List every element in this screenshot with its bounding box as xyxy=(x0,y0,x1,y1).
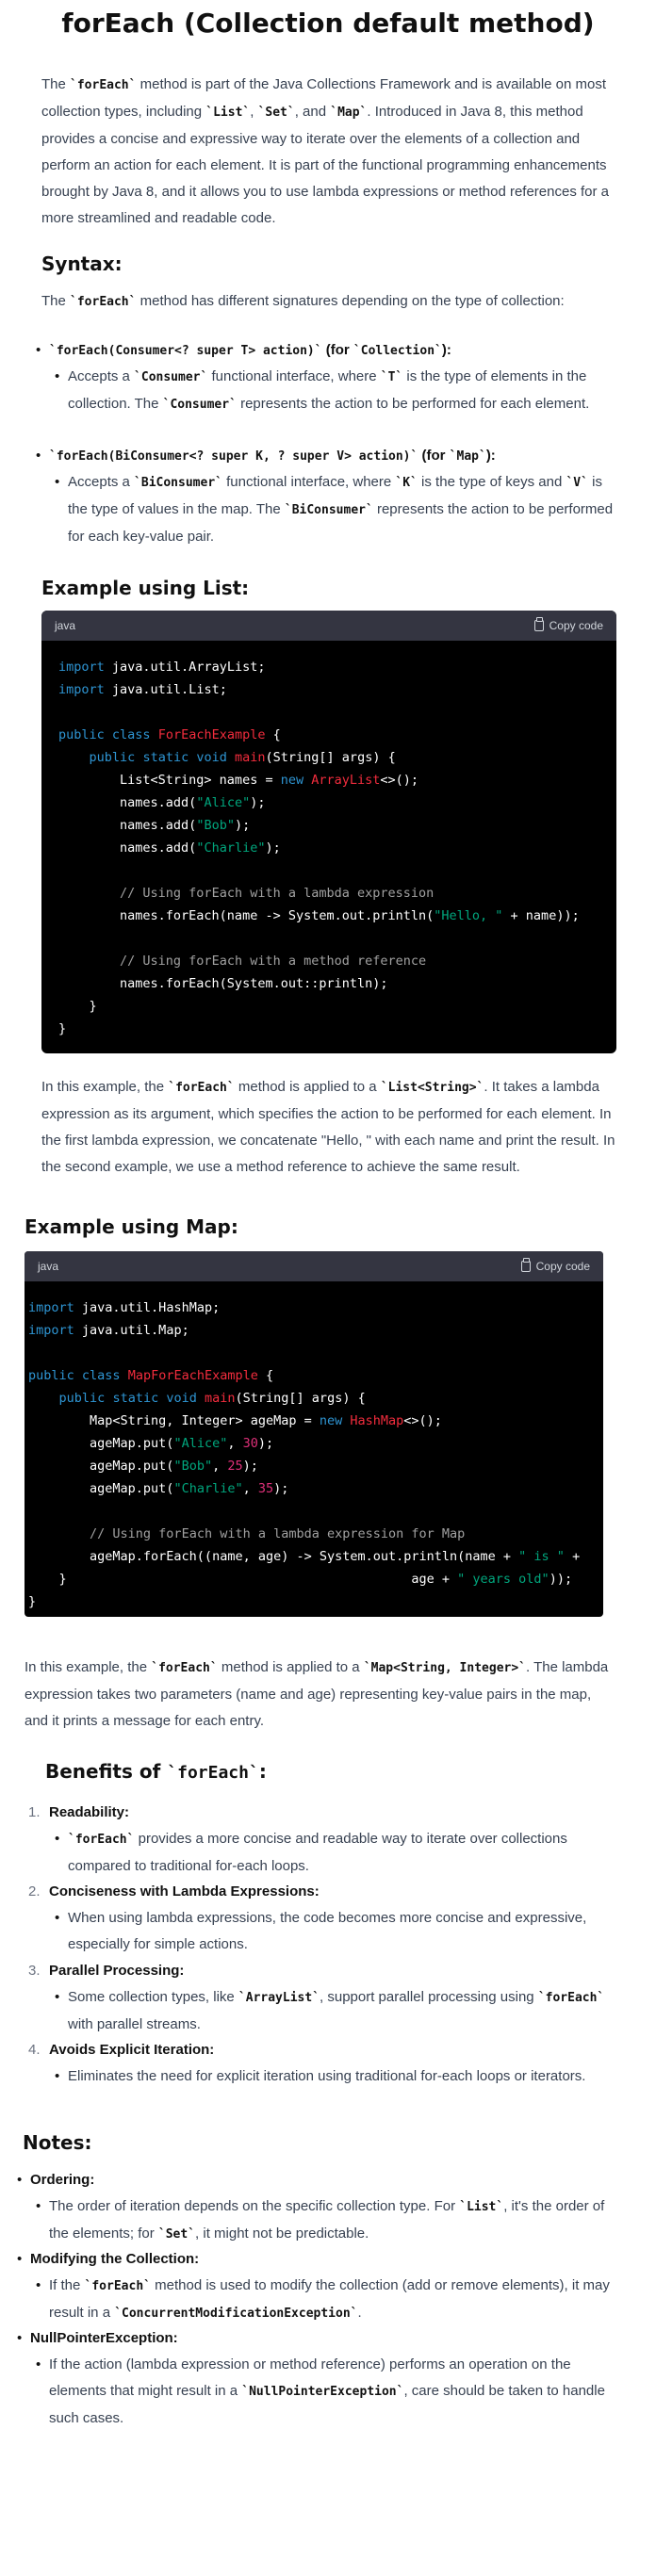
benefit-1: 1. Readability: xyxy=(28,1804,130,1820)
list-code: import java.util.ArrayList; import java.… xyxy=(58,660,580,1036)
syntax-heading: Syntax: xyxy=(41,253,123,275)
syntax-item-1: • `forEach(Consumer<? super T> action)` … xyxy=(36,342,451,358)
clipboard-icon xyxy=(533,617,544,631)
code-language: java xyxy=(55,619,76,632)
note-1-desc: • The order of iteration depends on the … xyxy=(36,2198,605,2242)
notes-heading: Notes: xyxy=(23,2131,92,2154)
syntax-item-2: • `forEach(BiConsumer<? super K, ? super… xyxy=(36,448,496,464)
copy-code-button[interactable]: Copy code xyxy=(533,617,603,632)
list-example-heading: Example using List: xyxy=(41,577,250,599)
benefit-2-desc: • When using lambda expressions, the cod… xyxy=(55,1910,587,1952)
syntax-lead: The `forEach` method has different signa… xyxy=(41,293,565,309)
benefit-4: 4. Avoids Explicit Iteration: xyxy=(28,2042,215,2058)
note-3: • NullPointerException: xyxy=(17,2330,178,2346)
benefit-1-desc: • `forEach` provides a more concise and … xyxy=(55,1831,567,1874)
note-3-desc: • If the action (lambda expression or me… xyxy=(36,2356,605,2426)
code-header: java Copy code xyxy=(25,1251,603,1281)
page-title: forEach (Collection default method) xyxy=(61,8,595,39)
note-1: • Ordering: xyxy=(17,2172,95,2188)
note-2: • Modifying the Collection: xyxy=(17,2251,200,2267)
map-example-heading: Example using Map: xyxy=(25,1215,238,1238)
benefit-2: 2. Conciseness with Lambda Expressions: xyxy=(28,1883,320,1899)
map-code: import java.util.HashMap; import java.ut… xyxy=(28,1300,581,1609)
syntax-item-2-desc: • Accepts a `BiConsumer` functional inte… xyxy=(55,474,614,545)
list-code-block: java Copy code import java.util.ArrayLis… xyxy=(41,611,616,1053)
code-header: java Copy code xyxy=(41,611,616,641)
list-explanation: In this example, the `forEach` method is… xyxy=(41,1079,615,1175)
code-language: java xyxy=(38,1260,59,1273)
note-2-desc: • If the `forEach` method is used to mod… xyxy=(36,2277,610,2321)
benefit-3: 3. Parallel Processing: xyxy=(28,1963,185,1979)
map-explanation: In this example, the `forEach` method is… xyxy=(25,1659,609,1729)
map-code-block: java Copy code import java.util.HashMap;… xyxy=(25,1251,603,1617)
clipboard-icon xyxy=(520,1258,531,1272)
benefit-4-desc: • Eliminates the need for explicit itera… xyxy=(55,2068,586,2084)
intro-paragraph: The `forEach` method is part of the Java… xyxy=(41,76,609,226)
benefit-3-desc: • Some collection types, like `ArrayList… xyxy=(55,1989,605,2032)
benefits-heading: Benefits of `forEach`: xyxy=(45,1760,267,1783)
syntax-item-1-desc: • Accepts a `Consumer` functional interf… xyxy=(55,368,590,412)
copy-code-button[interactable]: Copy code xyxy=(520,1258,590,1273)
